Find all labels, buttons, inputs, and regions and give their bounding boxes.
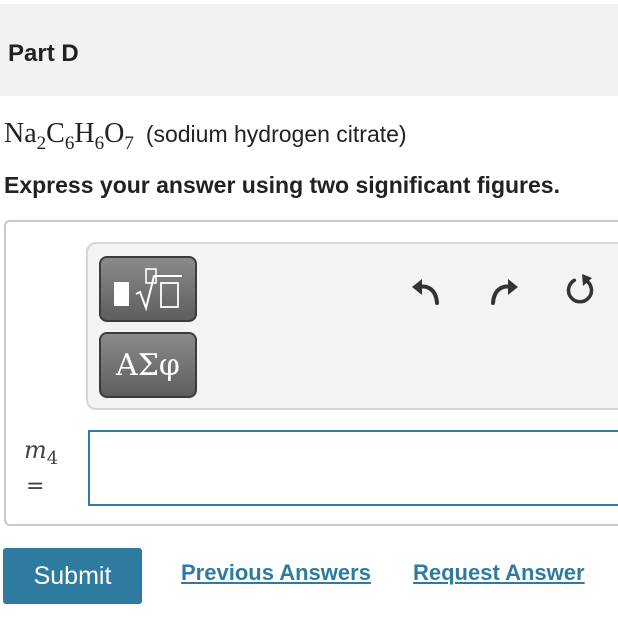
greek-symbols-button[interactable]: ΑΣφ	[99, 332, 197, 398]
subscript-c: 6	[64, 133, 75, 154]
templates-sqrt-icon	[114, 268, 182, 312]
redo-icon	[491, 279, 518, 305]
part-title: Part D	[8, 40, 79, 67]
subscript-h: 6	[94, 133, 105, 154]
subscript-o: 7	[124, 133, 134, 154]
redo-button[interactable]	[484, 270, 524, 310]
answer-instruction: Express your answer using two significan…	[4, 172, 560, 198]
question-prompt: Na2C6H6O7 (sodium hydrogen citrate)	[4, 114, 407, 154]
element-c: C	[46, 118, 65, 149]
previous-answers-link[interactable]: Previous Answers	[181, 560, 371, 586]
compound-name: (sodium hydrogen citrate)	[145, 120, 407, 147]
greek-symbols-label: ΑΣφ	[116, 347, 180, 383]
element-o: O	[104, 118, 125, 149]
reset-button[interactable]	[560, 270, 600, 310]
element-na: Na	[4, 118, 37, 149]
variable-subscript: 4	[46, 448, 59, 469]
undo-icon	[412, 279, 439, 305]
subscript-na: 2	[36, 133, 47, 154]
reset-icon	[566, 274, 594, 304]
part-header: Part D	[0, 4, 618, 96]
submit-button[interactable]: Submit	[3, 548, 142, 604]
undo-button[interactable]	[406, 270, 446, 310]
element-h: H	[74, 118, 95, 149]
variable-symbol: m	[24, 436, 47, 464]
templates-button[interactable]	[99, 256, 197, 322]
answer-input[interactable]	[88, 430, 618, 506]
request-answer-link[interactable]: Request Answer	[413, 560, 585, 586]
chemical-formula: Na2C6H6O7	[4, 118, 134, 153]
answer-variable-label: m4	[24, 436, 58, 469]
equals-sign: =	[26, 474, 45, 499]
